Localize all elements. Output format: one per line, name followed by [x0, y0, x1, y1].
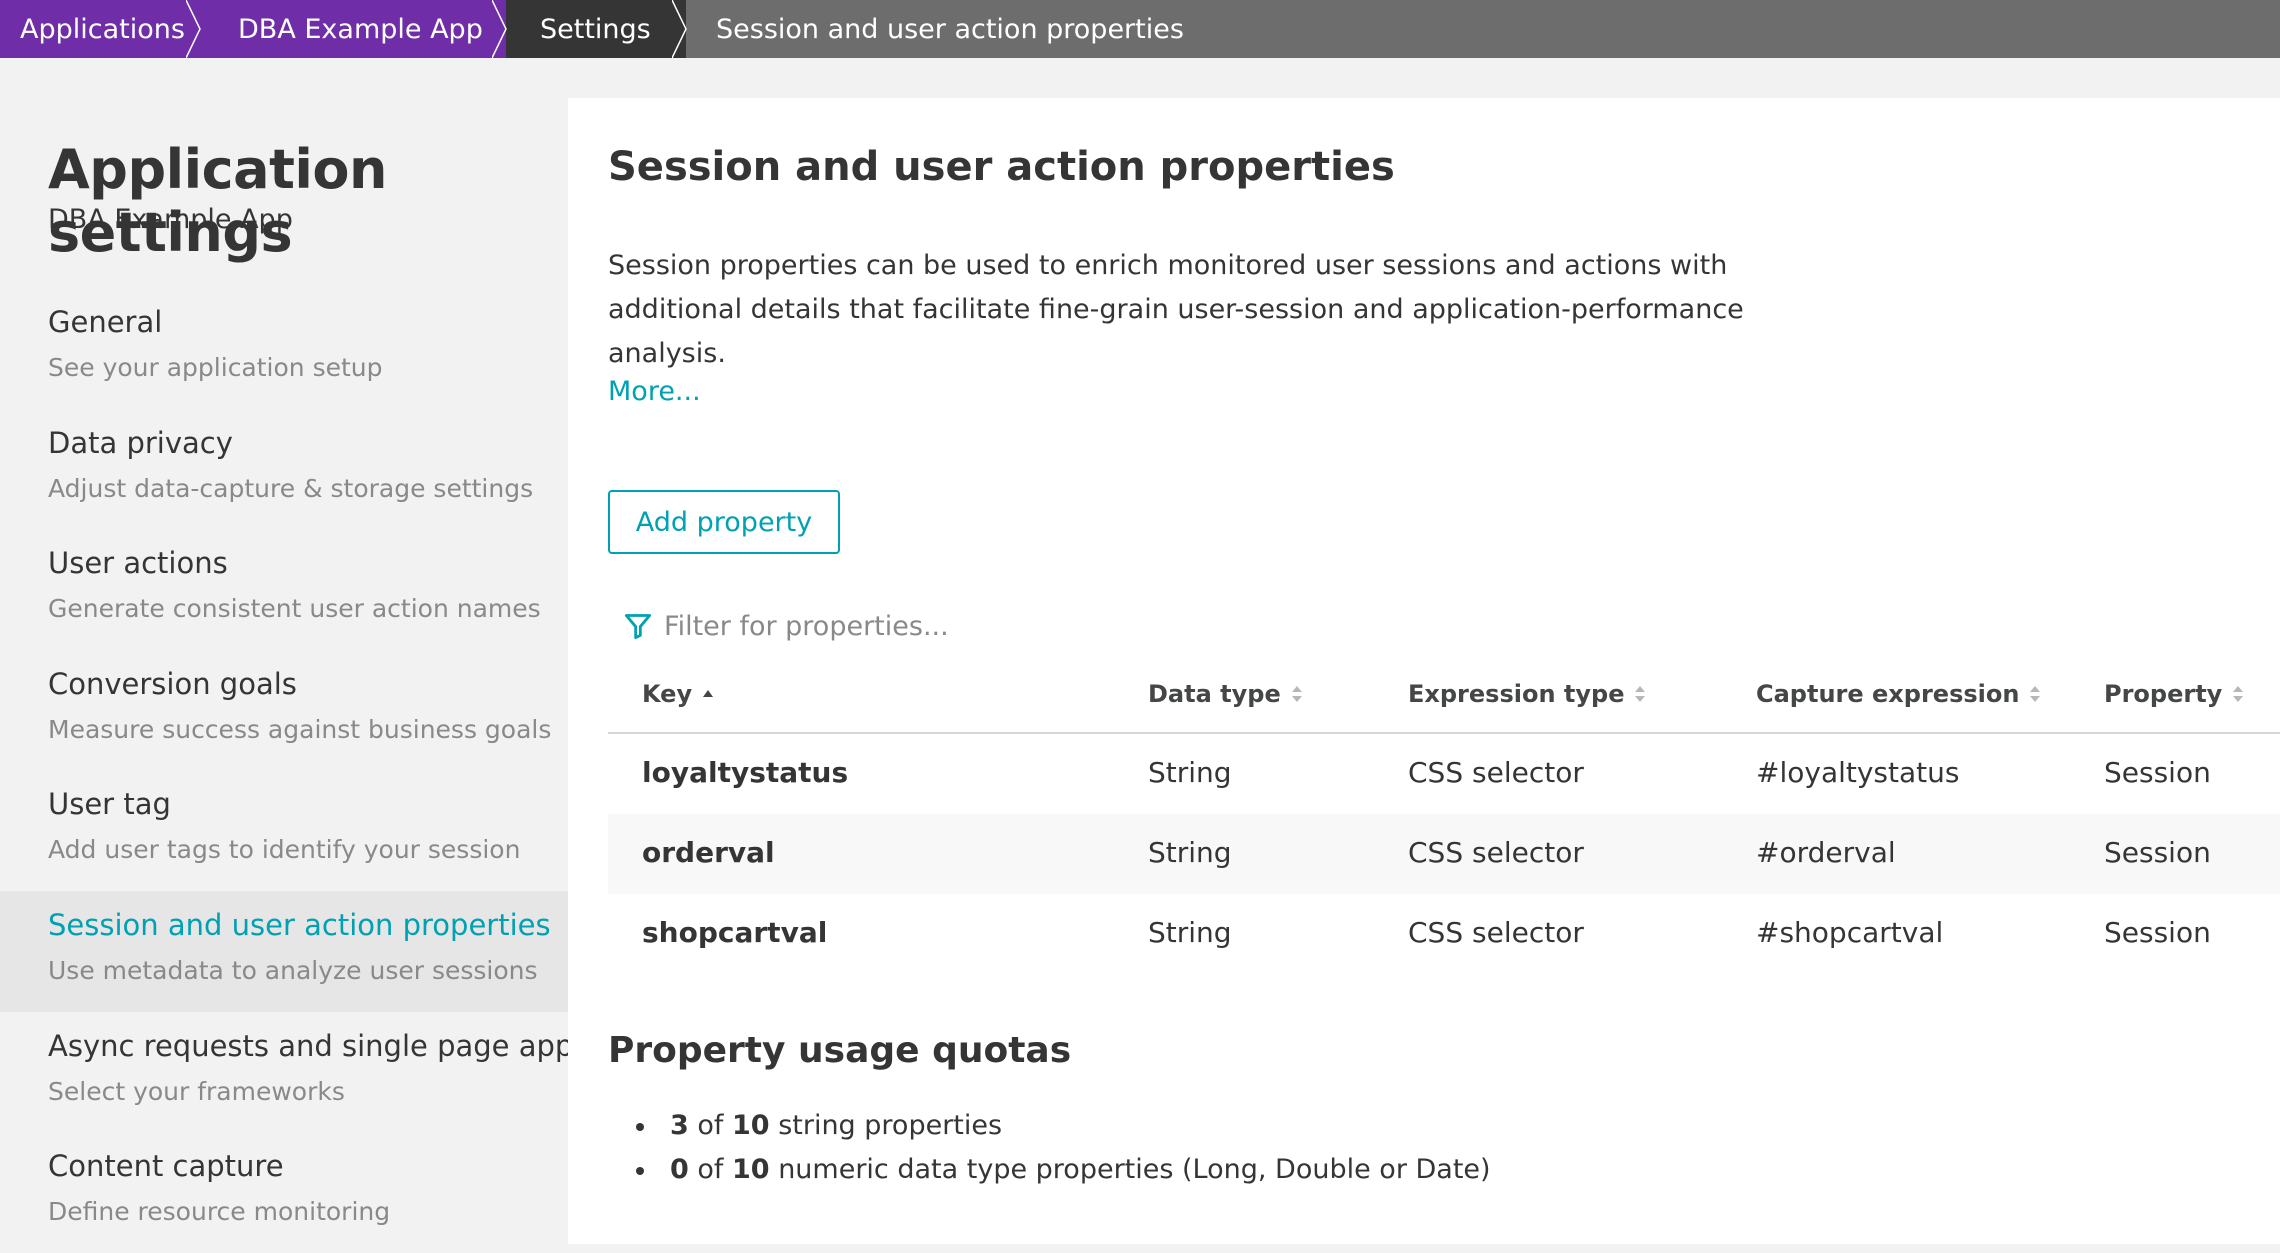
sidebar-item-async-requests[interactable]: Async requests and single page apps Sele…	[0, 1012, 589, 1133]
cell-expression-type: CSS selector	[1408, 916, 1584, 949]
sidebar-item-content-capture[interactable]: Content capture Define resource monitori…	[0, 1132, 568, 1253]
cell-expression-type: CSS selector	[1408, 756, 1584, 789]
quota-of: of	[697, 1110, 724, 1141]
cell-capture-expression: #shopcartval	[1756, 916, 1944, 949]
cell-key: loyaltystatus	[642, 756, 849, 789]
cell-capture-expression: #orderval	[1756, 836, 1896, 869]
bullet-icon	[636, 1167, 644, 1175]
column-header-capture-expression[interactable]: Capture expression	[1756, 680, 2041, 708]
intro-text: Session properties can be used to enrich…	[608, 250, 1744, 369]
sort-ascending-icon	[703, 690, 714, 697]
quota-text: numeric data type properties (Long, Doub…	[778, 1154, 1491, 1185]
column-header-label: Expression type	[1408, 680, 1625, 708]
breadcrumb-label: Applications	[20, 13, 185, 45]
column-header-property[interactable]: Property	[2104, 680, 2244, 708]
quota-text: string properties	[778, 1110, 1003, 1141]
sidebar-item-conversion-goals[interactable]: Conversion goals Measure success against…	[0, 650, 568, 771]
breadcrumb-label: DBA Example App	[238, 13, 483, 45]
sidebar-item-desc: Generate consistent user action names	[48, 594, 541, 624]
sidebar-item-label: Content capture	[48, 1149, 284, 1184]
cell-key: shopcartval	[642, 916, 828, 949]
main-panel: Session and user action properties Sessi…	[568, 98, 2280, 1244]
quota-of: of	[697, 1154, 724, 1185]
cell-property: Session	[2104, 756, 2211, 789]
table-row[interactable]: shopcartval String CSS selector #shopcar…	[608, 894, 2280, 974]
breadcrumb-dba-example-app[interactable]: DBA Example App	[200, 0, 507, 58]
quota-used: 3	[670, 1110, 689, 1141]
quota-title: Property usage quotas	[608, 1030, 1072, 1071]
breadcrumb-label: Settings	[540, 13, 651, 45]
breadcrumb-label: Session and user action properties	[716, 13, 1184, 45]
sidebar-item-session-properties[interactable]: Session and user action properties Use m…	[0, 890, 568, 1012]
properties-table: Key Data type Expression type Capture ex…	[608, 658, 2280, 974]
sidebar-item-label: Conversion goals	[48, 666, 297, 701]
sidebar-item-label: Data privacy	[48, 425, 233, 460]
sidebar-item-desc: Define resource monitoring	[48, 1197, 391, 1227]
bullet-icon	[636, 1123, 644, 1131]
sidebar-item-user-actions[interactable]: User actions Generate consistent user ac…	[0, 529, 568, 650]
table-header: Key Data type Expression type Capture ex…	[608, 658, 2280, 734]
column-header-data-type[interactable]: Data type	[1148, 680, 1303, 708]
cell-key: orderval	[642, 836, 775, 869]
sidebar-item-label: General	[48, 305, 163, 339]
breadcrumb-current: Session and user action properties	[686, 0, 2280, 58]
column-header-label: Data type	[1148, 680, 1281, 708]
cell-data-type: String	[1148, 916, 1232, 949]
quota-total: 10	[732, 1154, 770, 1185]
column-header-expression-type[interactable]: Expression type	[1408, 680, 1646, 708]
sidebar-item-user-tag[interactable]: User tag Add user tags to identify your …	[0, 770, 568, 891]
cell-property: Session	[2104, 836, 2211, 869]
cell-property: Session	[2104, 916, 2211, 949]
filter-input[interactable]	[664, 610, 1264, 642]
sidebar-item-label: Session and user action properties	[48, 907, 551, 942]
breadcrumb-settings[interactable]: Settings	[506, 0, 687, 58]
sort-icon	[2030, 686, 2041, 702]
cell-data-type: String	[1148, 756, 1232, 789]
breadcrumb-applications[interactable]: Applications	[0, 0, 201, 58]
sort-icon	[2233, 686, 2244, 702]
quota-total: 10	[732, 1110, 770, 1141]
sidebar-item-desc: See your application setup	[48, 353, 383, 382]
quota-item: 0 of 10 numeric data type properties (Lo…	[636, 1148, 1491, 1192]
sidebar-item-desc: Use metadata to analyze user sessions	[48, 955, 538, 985]
cell-capture-expression: #loyaltystatus	[1756, 756, 1960, 789]
sidebar-item-desc: Add user tags to identify your session	[48, 835, 521, 865]
chevron-separator-icon	[672, 0, 687, 58]
settings-sidebar: Application settings DBA Example App Gen…	[0, 58, 588, 1244]
sidebar-item-general[interactable]: General See your application setup	[0, 288, 568, 409]
column-header-label: Property	[2104, 680, 2223, 708]
filter-icon	[624, 614, 652, 640]
sidebar-item-label: User tag	[48, 787, 171, 822]
sidebar-item-desc: Adjust data-capture & storage settings	[48, 473, 534, 503]
breadcrumb: Applications DBA Example App Settings Se…	[0, 0, 2280, 58]
sort-icon	[1291, 686, 1302, 702]
sidebar-item-label: Async requests and single page apps	[48, 1028, 589, 1063]
quota-list: 3 of 10 string properties 0 of 10 numeri…	[636, 1104, 1491, 1192]
column-header-key[interactable]: Key	[642, 680, 714, 708]
cell-data-type: String	[1148, 836, 1232, 869]
sidebar-item-desc: Measure success against business goals	[48, 714, 552, 744]
sort-icon	[1635, 686, 1646, 702]
add-property-button[interactable]: Add property	[608, 490, 840, 554]
sidebar-item-desc: Select your frameworks	[48, 1076, 345, 1106]
filter-bar	[624, 606, 1264, 646]
page-title: Session and user action properties	[608, 144, 1395, 190]
settings-nav: General See your application setup Data …	[0, 288, 589, 1253]
chevron-separator-icon	[186, 0, 201, 58]
sidebar-item-label: User actions	[48, 546, 228, 581]
table-row[interactable]: loyaltystatus String CSS selector #loyal…	[608, 734, 2280, 814]
quota-used: 0	[670, 1154, 689, 1185]
column-header-label: Key	[642, 680, 693, 708]
sidebar-title: Application settings	[48, 138, 387, 264]
table-row[interactable]: orderval String CSS selector #orderval S…	[608, 814, 2280, 894]
chevron-separator-icon	[492, 0, 507, 58]
more-link[interactable]: More...	[608, 376, 701, 407]
quota-item: 3 of 10 string properties	[636, 1104, 1491, 1148]
sidebar-item-data-privacy[interactable]: Data privacy Adjust data-capture & stora…	[0, 409, 568, 530]
column-header-label: Capture expression	[1756, 680, 2020, 708]
sidebar-subtitle: DBA Example App	[48, 204, 293, 235]
cell-expression-type: CSS selector	[1408, 836, 1584, 869]
